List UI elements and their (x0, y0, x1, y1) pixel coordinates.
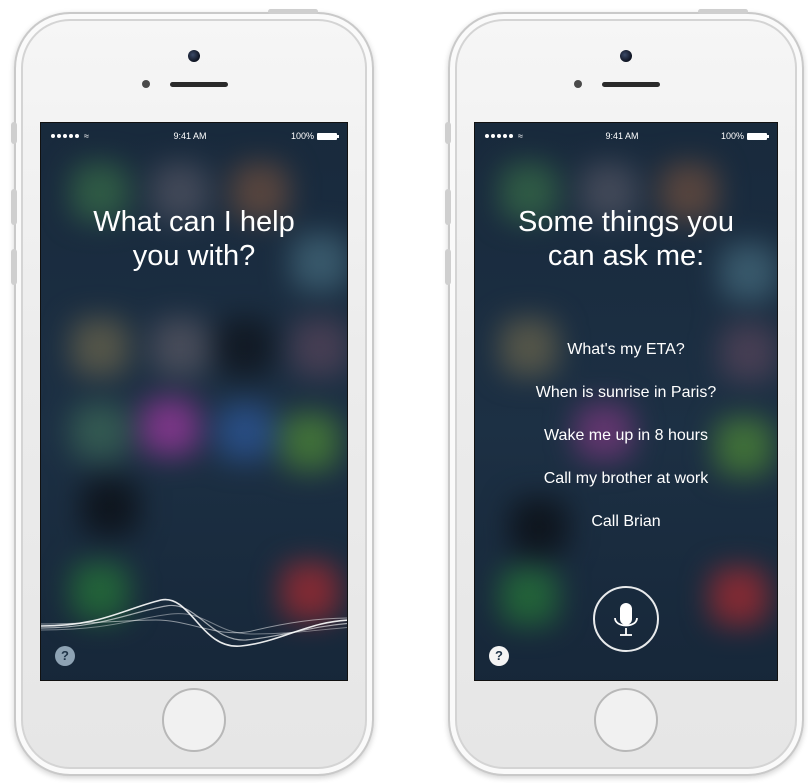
siri-prompt-line: Some things you (517, 206, 734, 238)
suggestion-item: What's my ETA? (567, 341, 685, 358)
wifi-icon: ≈ (84, 131, 89, 141)
siri-prompt-line: What can I help (93, 206, 295, 238)
mute-switch (11, 122, 17, 144)
suggestion-item: When is sunrise in Paris? (535, 384, 717, 401)
volume-up-button (11, 189, 17, 225)
help-button[interactable]: ? (55, 646, 75, 666)
volume-down-button (11, 249, 17, 285)
siri-prompt: What can I help you with? (41, 205, 347, 273)
battery-icon (746, 132, 769, 140)
status-time: 9:41 AM (173, 131, 207, 141)
home-button[interactable] (594, 688, 658, 752)
suggestion-item: Call Brian (591, 513, 661, 530)
earpiece-speaker (170, 82, 228, 87)
battery-icon (316, 132, 339, 140)
sleep-button (698, 9, 748, 14)
screen-left: ≈ 9:41 AM 100% What can I help you with?… (40, 122, 348, 681)
microphone-button[interactable] (593, 586, 659, 652)
front-camera (188, 50, 200, 62)
siri-prompt-line: you with? (132, 240, 256, 272)
status-bar: ≈ 9:41 AM 100% (485, 129, 769, 143)
suggestion-item: Call my brother at work (543, 470, 709, 487)
help-button[interactable]: ? (489, 646, 509, 666)
proximity-sensor (142, 80, 150, 88)
suggestion-item: Wake me up in 8 hours (544, 427, 708, 444)
mute-switch (445, 122, 451, 144)
volume-up-button (445, 189, 451, 225)
siri-prompt: Some things you can ask me: (475, 205, 777, 273)
suggestion-list: What's my ETA? When is sunrise in Paris?… (475, 339, 777, 554)
volume-down-button (445, 249, 451, 285)
iphone-right: ≈ 9:41 AM 100% Some things you can ask m… (445, 9, 804, 776)
status-time: 9:41 AM (605, 131, 639, 141)
proximity-sensor (574, 80, 582, 88)
signal-strength-icon: ≈ (51, 131, 89, 141)
screen-right: ≈ 9:41 AM 100% Some things you can ask m… (474, 122, 778, 681)
battery-percent: 100% (720, 131, 744, 141)
siri-waveform (41, 598, 347, 647)
home-button[interactable] (162, 688, 226, 752)
microphone-icon (614, 603, 638, 636)
iphone-left: ≈ 9:41 AM 100% What can I help you with?… (11, 9, 374, 776)
status-bar: ≈ 9:41 AM 100% (51, 129, 339, 143)
siri-prompt-line: can ask me: (547, 240, 705, 272)
earpiece-speaker (602, 82, 660, 87)
signal-strength-icon: ≈ (485, 131, 523, 141)
front-camera (620, 50, 632, 62)
battery-percent: 100% (290, 131, 314, 141)
sleep-button (268, 9, 318, 14)
wifi-icon: ≈ (518, 131, 523, 141)
